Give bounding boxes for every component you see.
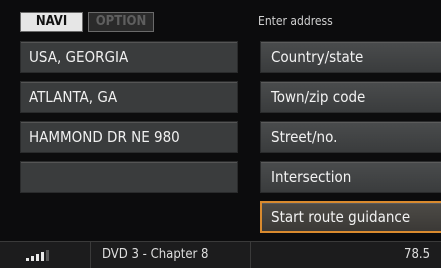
street-number-field[interactable]: HAMMOND DR NE 980 bbox=[20, 121, 238, 153]
status-divider bbox=[90, 242, 91, 268]
intersection-field[interactable] bbox=[20, 161, 238, 193]
status-bar: DVD 3 - Chapter 8 78.5 bbox=[0, 241, 441, 268]
navigation-screen: NAVI OPTION Enter address USA, GEORGIA A… bbox=[0, 0, 441, 268]
tab-option[interactable]: OPTION bbox=[88, 12, 154, 32]
country-state-button[interactable]: Country/state bbox=[260, 41, 441, 73]
radio-frequency: 78.5 bbox=[404, 247, 431, 262]
signal-strength-icon bbox=[26, 250, 49, 261]
intersection-button[interactable]: Intersection bbox=[260, 161, 441, 193]
country-state-field[interactable]: USA, GEORGIA bbox=[20, 41, 238, 73]
status-divider bbox=[250, 242, 251, 268]
town-zip-field[interactable]: ATLANTA, GA bbox=[20, 81, 238, 113]
town-zip-code-button[interactable]: Town/zip code bbox=[260, 81, 441, 113]
media-status: DVD 3 - Chapter 8 bbox=[102, 247, 209, 262]
page-title: Enter address bbox=[258, 14, 333, 28]
start-route-guidance-button[interactable]: Start route guidance bbox=[260, 201, 441, 233]
street-number-button[interactable]: Street/no. bbox=[260, 121, 441, 153]
tab-navi[interactable]: NAVI bbox=[20, 12, 83, 32]
